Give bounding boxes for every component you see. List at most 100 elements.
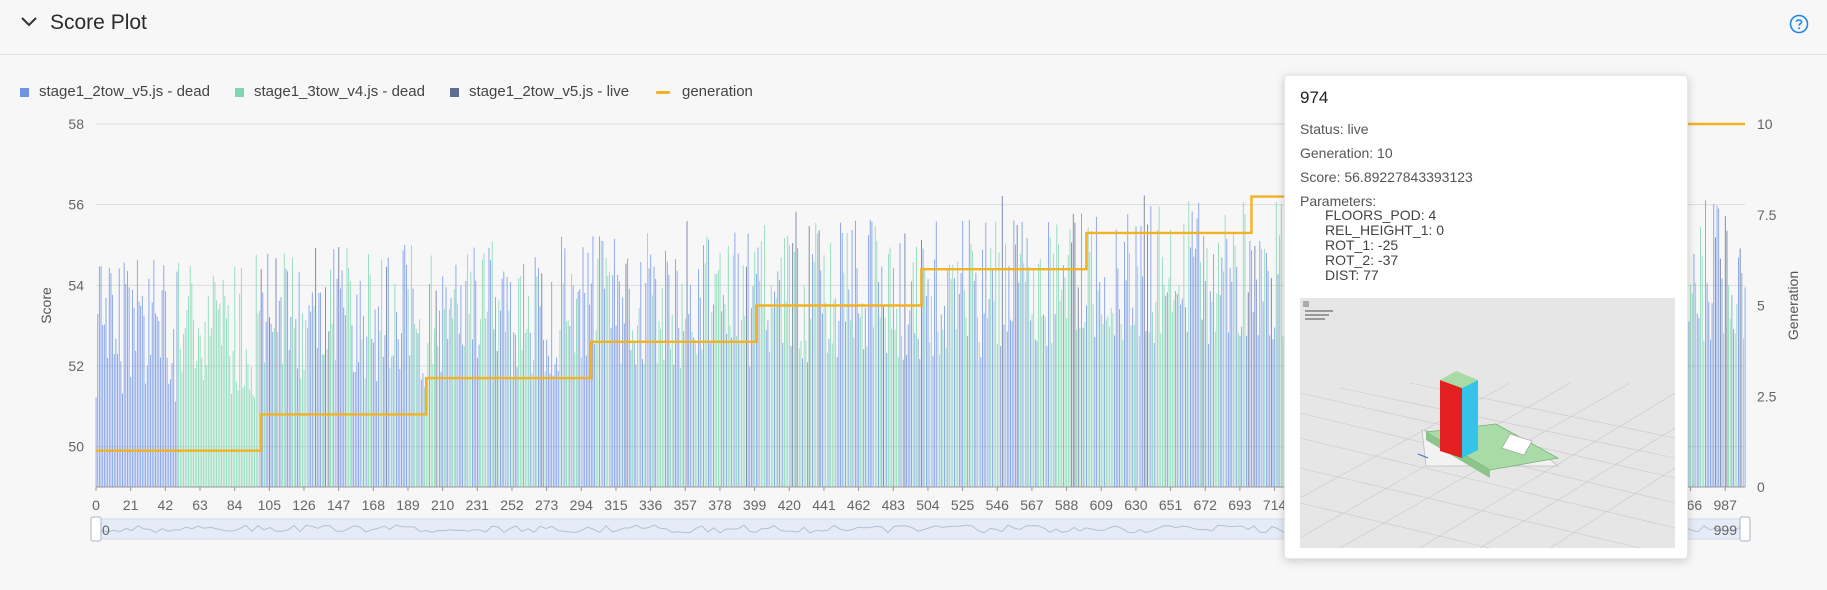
score-bar: [975, 272, 977, 487]
score-bar: [120, 361, 122, 487]
score-bar: [481, 259, 483, 487]
score-bar: [554, 364, 556, 487]
x-tick-label: 567: [1020, 497, 1044, 513]
score-bar: [303, 369, 305, 487]
score-bar: [300, 378, 302, 487]
score-bar: [221, 344, 222, 487]
score-bar: [577, 291, 579, 487]
score-bar: [277, 332, 279, 487]
score-bar: [533, 360, 534, 487]
score-bar: [793, 251, 795, 487]
score-bar: [1114, 335, 1116, 487]
score-bar: [642, 359, 643, 487]
score-bar: [712, 304, 714, 487]
score-bar: [650, 254, 652, 487]
score-bar: [227, 304, 229, 487]
score-bar: [1148, 332, 1150, 487]
score-bar: [1039, 258, 1041, 487]
score-bar: [950, 278, 952, 487]
x-tick-label: 147: [327, 497, 351, 513]
y2-tick-label: 5: [1757, 298, 1765, 314]
score-bar: [790, 346, 792, 487]
score-bar: [891, 328, 893, 487]
score-bar: [361, 339, 363, 487]
score-bar: [1168, 277, 1170, 487]
score-bar: [632, 330, 634, 487]
score-bar: [993, 300, 995, 487]
score-bar: [1185, 307, 1186, 487]
score-bar: [546, 339, 548, 487]
score-bar: [1262, 301, 1264, 487]
score-bar: [1198, 202, 1200, 487]
score-bar: [840, 222, 841, 487]
score-bar: [607, 276, 609, 487]
chevron-down-icon[interactable]: [18, 10, 40, 32]
score-bar: [757, 247, 759, 487]
score-bar: [1257, 335, 1259, 487]
score-bar: [668, 274, 670, 487]
x-tick-label: 714: [1263, 497, 1287, 513]
score-bar: [107, 357, 109, 487]
score-bar: [1698, 318, 1700, 487]
x-tick-label: 84: [227, 497, 243, 513]
score-bar: [990, 248, 992, 487]
score-bar: [643, 363, 645, 487]
score-bar: [927, 279, 929, 487]
score-bar: [1208, 343, 1210, 487]
score-bar: [465, 281, 467, 487]
score-bar: [1076, 329, 1078, 487]
score-bar: [762, 306, 764, 487]
score-bar: [1051, 343, 1053, 487]
score-bar: [876, 241, 878, 487]
score-bar: [988, 299, 990, 487]
score-bar: [189, 266, 191, 487]
score-bar: [1275, 201, 1277, 487]
score-bar: [980, 357, 982, 487]
score-bar: [585, 355, 587, 487]
score-bar: [516, 367, 518, 487]
score-bar: [1059, 300, 1061, 487]
score-bar: [344, 315, 346, 487]
score-bar: [128, 287, 130, 487]
score-bar: [305, 320, 307, 487]
score-bar: [341, 270, 343, 487]
score-bar: [1714, 237, 1716, 487]
score-bar: [704, 263, 706, 487]
score-bar: [374, 309, 376, 487]
score-bar: [1729, 319, 1731, 487]
score-bar: [1272, 339, 1274, 487]
question-circle-icon[interactable]: [1789, 14, 1809, 34]
score-bar: [1021, 221, 1023, 487]
score-bar: [935, 221, 937, 487]
score-bar: [599, 236, 600, 487]
score-bar: [726, 333, 728, 487]
score-bar: [1700, 226, 1701, 487]
score-bar: [924, 267, 926, 487]
score-bar: [229, 356, 231, 487]
score-bar: [422, 373, 424, 487]
score-bar: [320, 292, 322, 487]
x-tick-label: 252: [500, 497, 524, 513]
legend-label: stage1_2tow_v5.js - live: [469, 83, 630, 100]
score-bar: [1224, 214, 1226, 487]
tooltip-param: ROT_2: -37: [1325, 252, 1399, 268]
score-bar: [141, 295, 143, 487]
score-bar: [1077, 287, 1079, 487]
score-bar: [150, 354, 152, 487]
score-bar: [176, 271, 178, 487]
legend-label: stage1_3tow_v4.js - dead: [254, 83, 425, 100]
score-bar: [427, 343, 429, 487]
tooltip-status: Status: live: [1300, 121, 1369, 137]
score-bar: [528, 296, 530, 487]
score-bar: [541, 273, 543, 487]
score-bar: [968, 219, 970, 488]
score-bar: [970, 244, 972, 487]
score-bar: [169, 379, 171, 487]
score-bar: [364, 378, 366, 487]
score-bar: [920, 239, 922, 487]
score-bar: [1203, 236, 1205, 487]
score-bar: [752, 286, 754, 487]
score-bar: [686, 221, 688, 488]
score-bar: [1280, 204, 1282, 488]
score-bar: [1231, 281, 1233, 487]
